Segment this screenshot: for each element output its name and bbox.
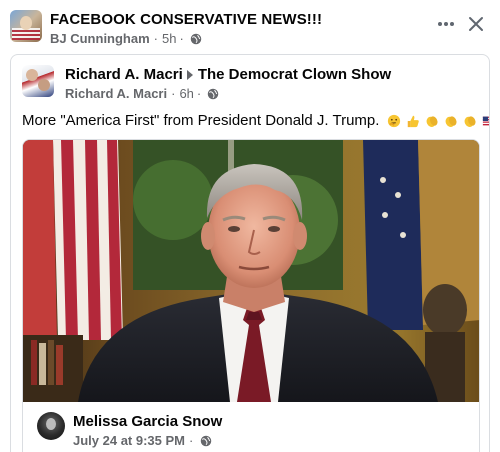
more-horizontal-icon bbox=[438, 22, 454, 26]
close-icon bbox=[469, 17, 483, 31]
caret-right-icon bbox=[186, 69, 193, 80]
clapping-hands-icon bbox=[426, 116, 438, 128]
shared-post-header: Richard A. Macri The Democrat Clown Show… bbox=[11, 55, 489, 105]
figure-graphic bbox=[20, 16, 32, 30]
shared-post-meta: Richard A. Macri · 6h · bbox=[65, 86, 219, 101]
clapping-hands-icon bbox=[464, 116, 476, 128]
post-time[interactable]: 6h bbox=[179, 86, 193, 101]
clapping-hands-icon bbox=[445, 116, 457, 128]
us-flag-icon bbox=[483, 116, 489, 126]
meta-author-name[interactable]: Richard A. Macri bbox=[65, 86, 167, 101]
inner-post-meta: July 24 at 9:35 PM · bbox=[73, 433, 212, 448]
group-avatar[interactable] bbox=[10, 10, 42, 42]
close-button[interactable] bbox=[464, 12, 488, 36]
meta-separator: · bbox=[196, 86, 202, 101]
more-options-button[interactable] bbox=[434, 12, 458, 36]
emoji-row bbox=[387, 111, 489, 131]
group-name[interactable]: FACEBOOK CONSERVATIVE NEWS!!! bbox=[50, 11, 322, 28]
shared-author-avatar[interactable] bbox=[22, 65, 54, 97]
avatar-face bbox=[38, 79, 50, 91]
thinking-face-icon bbox=[387, 114, 400, 128]
us-flag-left bbox=[23, 140, 123, 340]
shared-post-card: Richard A. Macri The Democrat Clown Show… bbox=[10, 54, 490, 452]
post-time[interactable]: 5h bbox=[162, 31, 176, 46]
globe-icon[interactable] bbox=[207, 88, 219, 100]
outer-post-header: FACEBOOK CONSERVATIVE NEWS!!! BJ Cunning… bbox=[0, 0, 500, 50]
inner-post-card[interactable]: Melissa Garcia Snow July 24 at 9:35 PM · bbox=[22, 139, 480, 452]
avatar-face bbox=[46, 418, 56, 430]
shared-post-title: Richard A. Macri The Democrat Clown Show bbox=[65, 66, 391, 83]
avatar-face bbox=[26, 69, 38, 81]
meta-separator: · bbox=[153, 31, 159, 46]
outer-post-meta: BJ Cunningham · 5h · bbox=[50, 31, 202, 46]
thumbs-up-icon bbox=[407, 115, 419, 128]
inner-post-footer: Melissa Garcia Snow July 24 at 9:35 PM · bbox=[23, 402, 479, 452]
globe-icon[interactable] bbox=[190, 33, 202, 45]
meta-separator: · bbox=[179, 31, 184, 46]
meta-separator: · bbox=[189, 433, 194, 448]
inner-author-avatar[interactable] bbox=[37, 412, 65, 440]
post-date[interactable]: July 24 at 9:35 PM bbox=[73, 433, 185, 448]
globe-icon[interactable] bbox=[200, 435, 212, 447]
poster-name[interactable]: BJ Cunningham bbox=[50, 31, 150, 46]
target-group-name[interactable]: The Democrat Clown Show bbox=[198, 66, 391, 83]
post-text: More "America First" from President Dona… bbox=[22, 111, 489, 131]
post-photo[interactable] bbox=[23, 140, 480, 402]
inner-author-name[interactable]: Melissa Garcia Snow bbox=[73, 413, 222, 430]
post-text-body: More "America First" from President Dona… bbox=[22, 112, 380, 129]
meta-separator: · bbox=[171, 86, 176, 101]
facebook-post: FACEBOOK CONSERVATIVE NEWS!!! BJ Cunning… bbox=[0, 0, 500, 452]
shared-author-name[interactable]: Richard A. Macri bbox=[65, 66, 183, 83]
